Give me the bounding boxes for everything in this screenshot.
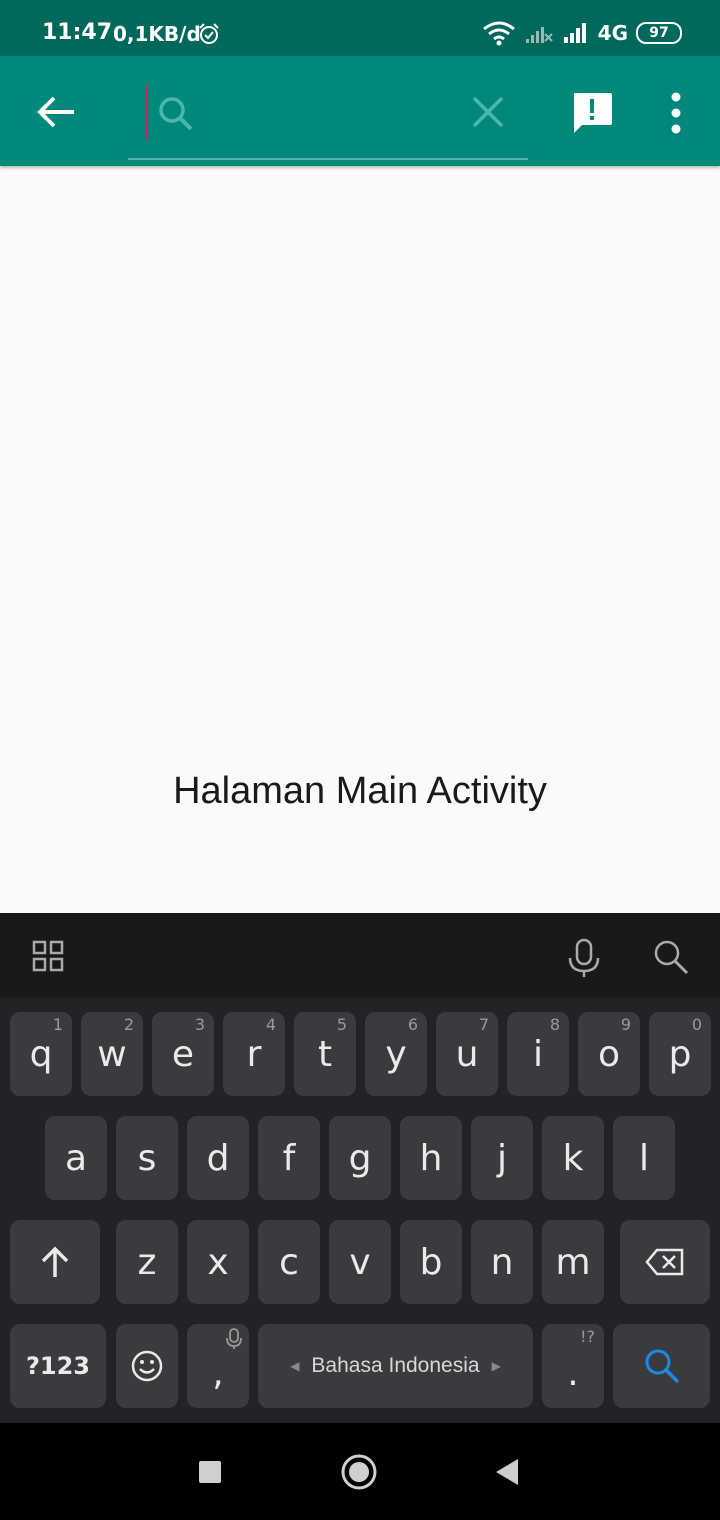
navigation-bar [0,1423,720,1520]
key-label: w [97,1033,127,1075]
period-key[interactable]: !? . [542,1324,604,1408]
status-icons: 4G 97 [482,18,682,48]
key-label: p [668,1033,692,1075]
shift-arrow-icon [41,1246,69,1277]
key-hint: 8 [549,1015,560,1034]
key-label: q [29,1033,53,1075]
alarm-icon [199,23,219,44]
symbols-key[interactable]: ?123 [10,1324,106,1408]
key-g[interactable]: g [329,1116,391,1200]
mic-hint-icon [226,1328,242,1349]
back-nav-icon[interactable] [494,1457,520,1487]
signal-icon [563,23,586,43]
comma-label: , [212,1352,224,1394]
key-hint: 6 [407,1015,418,1034]
main-activity-label: Halaman Main Activity [173,770,547,812]
space-key[interactable]: ◀ Bahasa Indonesia ▶ [258,1324,533,1408]
more-options-icon[interactable] [664,90,688,136]
key-hint: 5 [336,1015,347,1034]
key-n[interactable]: n [471,1220,533,1304]
period-label: . [567,1352,579,1394]
key-label: e [171,1033,195,1075]
keyboard: 1q 2w 3e 4r 5t 6y 7u 8i 9o 0p a s d f g … [0,998,720,1423]
shift-key[interactable] [10,1220,100,1304]
key-a[interactable]: a [45,1116,107,1200]
key-hint: 4 [265,1015,276,1034]
key-e[interactable]: 3e [152,1012,214,1096]
signal-off-icon [525,27,553,43]
right-chevron-icon: ▶ [491,1359,501,1373]
key-k[interactable]: k [542,1116,604,1200]
search-icon [159,97,193,131]
key-label: o [597,1033,621,1075]
key-label: y [385,1033,407,1075]
key-b[interactable]: b [400,1220,462,1304]
key-hint: 9 [620,1015,631,1034]
key-v[interactable]: v [329,1220,391,1304]
key-q[interactable]: 1q [10,1012,72,1096]
key-h[interactable]: h [400,1116,462,1200]
microphone-icon[interactable] [566,938,602,978]
period-hint: !? [580,1327,595,1346]
text-cursor [145,86,148,140]
key-hint: 2 [123,1015,134,1034]
key-f[interactable]: f [258,1116,320,1200]
clear-search-icon[interactable] [470,94,506,130]
home-icon[interactable] [340,1453,378,1491]
key-c[interactable]: c [258,1220,320,1304]
status-time: 11:47 [42,20,113,45]
key-r[interactable]: 4r [223,1012,285,1096]
left-chevron-icon: ◀ [290,1359,300,1373]
key-w[interactable]: 2w [81,1012,143,1096]
key-j[interactable]: j [471,1116,533,1200]
key-label: u [455,1033,479,1075]
key-d[interactable]: d [187,1116,249,1200]
key-p[interactable]: 0p [649,1012,711,1096]
wifi-icon [482,21,515,46]
key-hint: 1 [52,1015,63,1034]
key-z[interactable]: z [116,1220,178,1304]
back-arrow-icon[interactable] [34,92,78,132]
key-t[interactable]: 5t [294,1012,356,1096]
key-m[interactable]: m [542,1220,604,1304]
key-label: r [246,1033,262,1075]
key-hint: 7 [478,1015,489,1034]
key-label: t [317,1033,333,1075]
key-u[interactable]: 7u [436,1012,498,1096]
feedback-icon[interactable] [570,91,614,135]
key-y[interactable]: 6y [365,1012,427,1096]
search-action-key[interactable] [613,1324,710,1408]
app-bar [0,56,720,166]
comma-key[interactable]: , [187,1324,249,1408]
recent-apps-icon[interactable] [198,1460,222,1484]
key-x[interactable]: x [187,1220,249,1304]
status-network-speed: 0,1KB/d [113,22,201,46]
key-l[interactable]: l [613,1116,675,1200]
key-hint: 3 [194,1015,205,1034]
key-i[interactable]: 8i [507,1012,569,1096]
status-bar: 11:47 0,1KB/d 4G 97 [0,0,720,56]
emoji-icon [131,1350,163,1382]
key-label: i [532,1033,543,1075]
search-action-icon [645,1349,679,1384]
keyboard-toolbar [0,913,720,998]
keyboard-search-icon[interactable] [652,938,690,976]
backspace-icon [645,1248,684,1276]
key-o[interactable]: 9o [578,1012,640,1096]
space-language-label: Bahasa Indonesia [311,1354,480,1377]
battery-indicator: 97 [636,22,682,44]
search-field[interactable] [128,78,528,160]
key-hint: 0 [691,1015,702,1034]
backspace-key[interactable] [620,1220,710,1304]
network-type: 4G [597,21,628,45]
search-input[interactable] [200,88,464,140]
key-s[interactable]: s [116,1116,178,1200]
grid-icon[interactable] [32,940,64,972]
emoji-key[interactable] [116,1324,178,1408]
